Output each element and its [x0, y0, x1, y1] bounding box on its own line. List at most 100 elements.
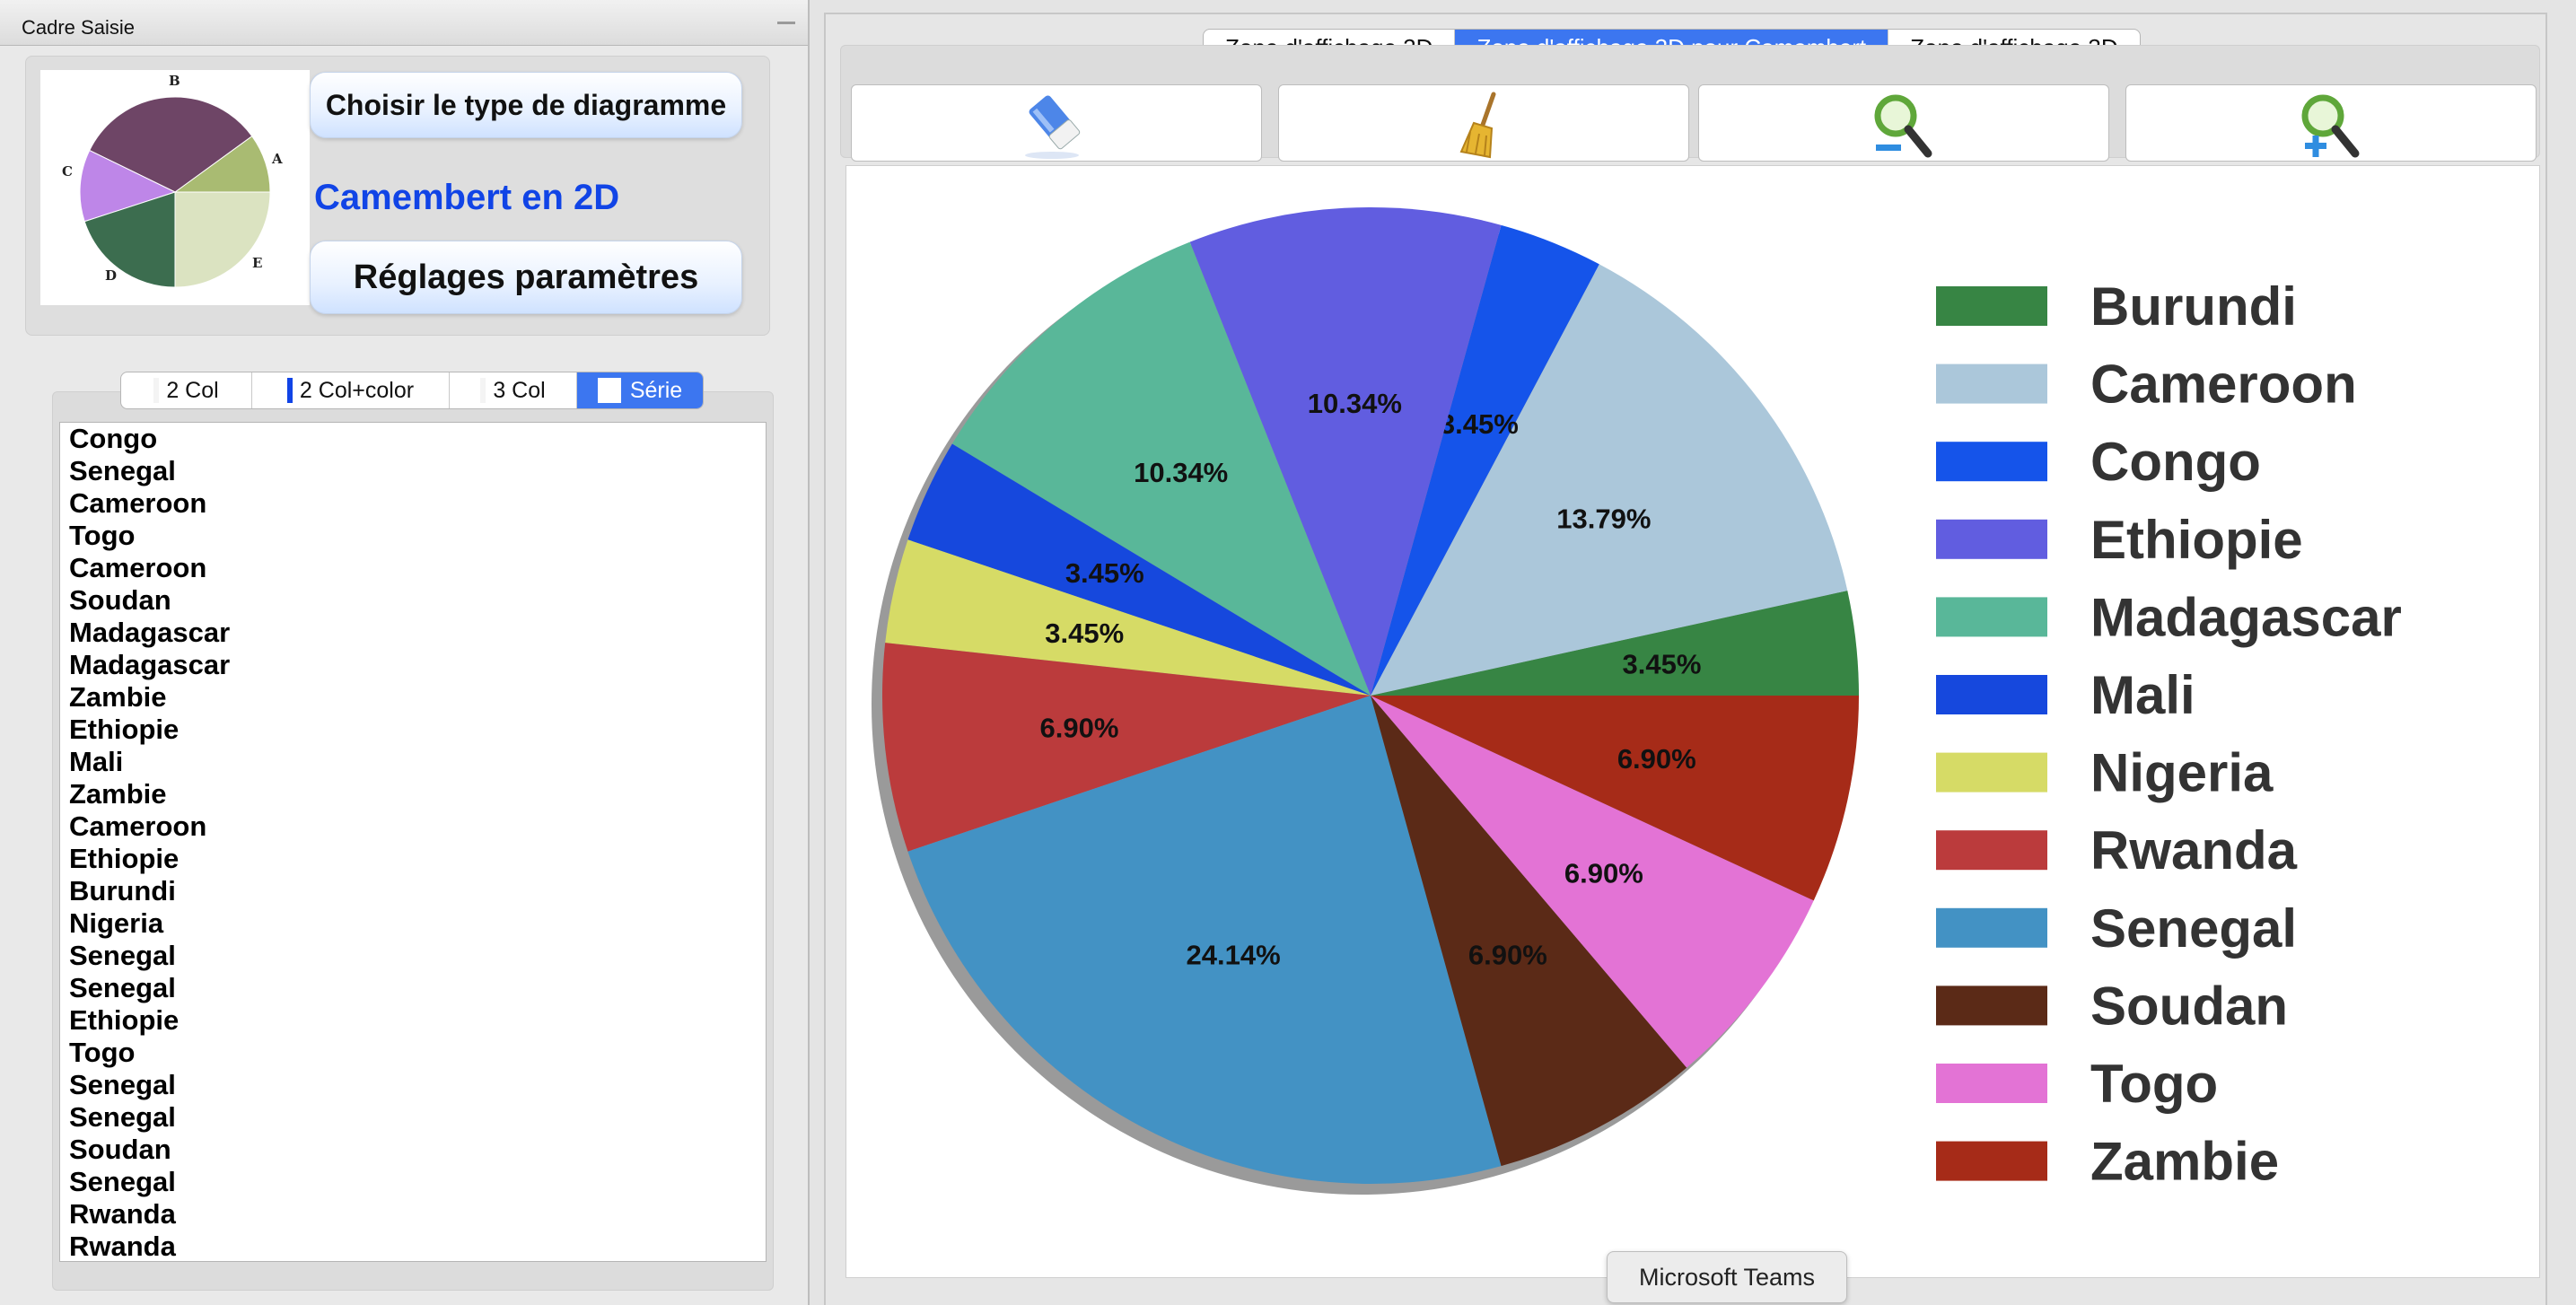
settings-button[interactable]: Réglages paramètres — [310, 241, 742, 314]
series-list-item[interactable]: Nigeria — [69, 907, 766, 940]
series-list-item[interactable]: Senegal — [69, 455, 766, 487]
legend-label: Zambie — [2090, 1132, 2279, 1192]
series-list-item[interactable]: Senegal — [69, 1069, 766, 1101]
mode-serie[interactable]: Série — [577, 372, 703, 408]
clear-button[interactable] — [1278, 84, 1689, 162]
mode-color-marker — [286, 378, 293, 403]
panel-title: Cadre Saisie — [22, 16, 135, 39]
pie-data-label: 6.90% — [1617, 743, 1696, 775]
mode-color-marker — [153, 378, 160, 403]
eraser-icon — [1025, 95, 1081, 159]
series-list-item[interactable]: Zambie — [69, 778, 766, 810]
thumbnail-slice — [174, 191, 271, 288]
pie-data-label: 6.90% — [1468, 939, 1547, 970]
mode-2-col-color[interactable]: 2 Col+color — [252, 372, 450, 408]
series-list-item[interactable]: Togo — [69, 520, 766, 552]
series-list-item[interactable]: Senegal — [69, 1101, 766, 1134]
legend-swatch — [1936, 985, 2047, 1026]
pie-data-label: 3.45% — [1623, 649, 1702, 680]
series-items: Congo Senegal Cameroon Togo Cameroon Soudan Ma… — [60, 423, 766, 1261]
series-list-item[interactable]: Madagascar — [69, 617, 766, 649]
mode-label: 2 Col — [166, 377, 219, 403]
legend-label: Senegal — [2090, 898, 2297, 959]
legend-label: Ethiopie — [2090, 510, 2303, 570]
pie-data-label: 10.34% — [1308, 388, 1402, 419]
series-list-item[interactable]: Soudan — [69, 584, 766, 617]
choose-chart-type-button[interactable]: Choisir le type de diagramme — [310, 72, 742, 138]
pie-data-label: 3.45% — [1045, 617, 1124, 649]
legend-swatch — [1936, 597, 2047, 637]
series-list-item[interactable]: Togo — [69, 1037, 766, 1069]
legend-label: Nigeria — [2090, 743, 2274, 803]
pie-data-label: 3.45% — [1065, 557, 1144, 589]
mode-label: Série — [629, 377, 683, 403]
legend-swatch — [1936, 830, 2047, 871]
legend-label: Mali — [2090, 665, 2195, 725]
series-list-item[interactable]: Cameroon — [69, 487, 766, 520]
series-list-item[interactable]: Senegal — [69, 972, 766, 1004]
chart-type-thumbnail[interactable]: B A C D E — [40, 70, 310, 305]
legend-swatch — [1936, 286, 2047, 326]
series-list-item[interactable]: Ethiopie — [69, 1004, 766, 1037]
legend-swatch — [1936, 752, 2047, 793]
pie-data-label: 24.14% — [1187, 939, 1281, 970]
series-list-item[interactable]: Cameroon — [69, 552, 766, 584]
thumbnail-label-d: D — [105, 267, 117, 284]
minimize-icon[interactable] — [777, 22, 795, 24]
legend-label: Congo — [2090, 432, 2261, 492]
zoom-out-icon — [1874, 94, 1932, 158]
taskbar-tooltip: Microsoft Teams — [1607, 1251, 1847, 1303]
legend-swatch — [1936, 442, 2047, 482]
legend-label: Burundi — [2090, 276, 2297, 337]
thumbnail-pie — [79, 96, 271, 288]
series-list-item[interactable]: Soudan — [69, 1134, 766, 1166]
thumbnail-label-e: E — [252, 255, 262, 271]
series-list-item[interactable]: Ethiopie — [69, 843, 766, 875]
legend-swatch — [1936, 363, 2047, 404]
series-list[interactable]: Congo Senegal Cameroon Togo Cameroon Soudan Ma… — [59, 422, 767, 1262]
pie-data-label: 6.90% — [1040, 712, 1119, 743]
pie-chart: 3.45% 13.79% 3.45% 10.34% 10.34% 3.45% 3.45% 6.… — [872, 207, 2402, 1195]
mode-3-col[interactable]: 3 Col — [450, 372, 577, 408]
mode-color-marker — [480, 378, 486, 403]
legend-swatch — [1936, 1064, 2047, 1103]
series-list-item[interactable]: Rwanda — [69, 1198, 766, 1231]
legend-label: Rwanda — [2090, 820, 2298, 880]
pie-data-label: 13.79% — [1556, 503, 1651, 534]
zoom-in-icon — [2301, 94, 2360, 158]
series-list-item[interactable]: Congo — [69, 423, 766, 455]
series-list-item[interactable]: Senegal — [69, 1166, 766, 1198]
thumbnail-label-b: B — [169, 73, 180, 89]
mode-2-col[interactable]: 2 Col — [121, 372, 252, 408]
legend-label: Madagascar — [2090, 587, 2402, 647]
legend-swatch — [1936, 1141, 2047, 1181]
legend-swatch — [1936, 675, 2047, 714]
input-mode-selector: 2 Col 2 Col+color 3 Col Série — [120, 372, 704, 409]
thumbnail-label-c: C — [62, 163, 73, 180]
series-list-item[interactable]: Mali — [69, 746, 766, 778]
series-list-item[interactable]: Burundi — [69, 875, 766, 907]
series-list-item[interactable]: Cameroon — [69, 810, 766, 843]
series-list-item[interactable]: Senegal — [69, 940, 766, 972]
zoom-out-button[interactable] — [1698, 84, 2109, 162]
series-list-item[interactable]: Ethiopie — [69, 714, 766, 746]
mode-label: 3 Col — [493, 377, 546, 403]
legend-label: Soudan — [2090, 976, 2288, 1036]
zoom-in-button[interactable] — [2125, 84, 2537, 162]
broom-icon — [1459, 92, 1496, 159]
chart-type-label: Camembert en 2D — [314, 178, 620, 217]
panel-title-bar: Cadre Saisie — [0, 0, 808, 46]
chart-area: 3.45% 13.79% 3.45% 10.34% 10.34% 3.45% 3.45% 6.… — [846, 165, 2540, 1278]
pie-data-label: 10.34% — [1134, 457, 1228, 488]
pie-data-label: 6.90% — [1564, 858, 1643, 889]
legend-swatch — [1936, 907, 2047, 948]
series-list-item[interactable]: Madagascar — [69, 649, 766, 681]
mode-color-marker — [597, 378, 621, 403]
series-list-item[interactable]: Zambie — [69, 681, 766, 714]
legend-label: Togo — [2090, 1054, 2218, 1114]
legend-swatch — [1936, 519, 2047, 559]
legend-label: Cameroon — [2090, 355, 2357, 415]
eraser-button[interactable] — [851, 84, 1262, 162]
thumbnail-label-a: A — [271, 151, 283, 167]
series-list-item[interactable]: Rwanda — [69, 1231, 766, 1261]
